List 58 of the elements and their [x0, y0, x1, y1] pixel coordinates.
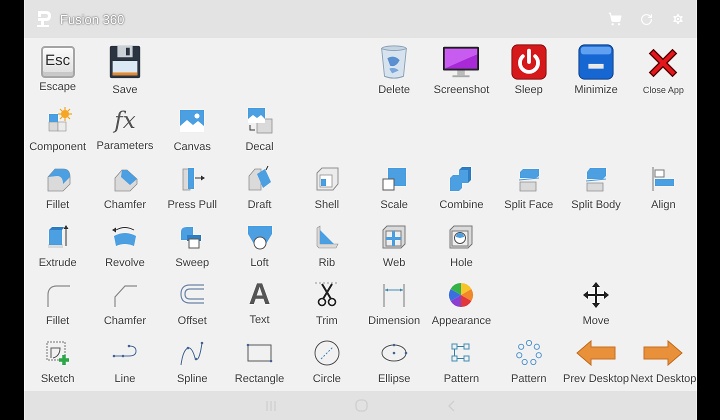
tool-button[interactable]: Chamfer — [104, 278, 146, 328]
tool-button[interactable]: Sketch — [40, 336, 74, 386]
circle-icon — [312, 338, 342, 368]
minimize-window-icon — [577, 42, 616, 80]
tool-button[interactable]: Next Desktop — [630, 336, 696, 386]
tool-button[interactable]: Press Pull — [167, 162, 217, 212]
tool-button[interactable]: fx Parameters — [96, 106, 154, 152]
tool-button[interactable]: Fillet — [42, 278, 73, 328]
tool-button[interactable]: Move — [581, 278, 612, 328]
settings-icon[interactable] — [671, 12, 685, 26]
tool-button[interactable]: Draft — [244, 162, 275, 212]
tool-button[interactable]: Save — [106, 42, 144, 96]
tool-button[interactable]: Esc Escape — [39, 44, 76, 94]
tool-button[interactable]: Screenshot — [434, 42, 490, 96]
tool-button[interactable]: Split Face — [504, 162, 554, 212]
tool-button[interactable]: Sweep — [175, 220, 210, 270]
tool-button[interactable]: A Text — [248, 280, 270, 326]
tool-button[interactable]: Scale — [379, 162, 410, 212]
tool-button[interactable]: Revolve — [105, 220, 145, 270]
tool-button[interactable]: Chamfer — [104, 162, 146, 212]
tool-button[interactable]: Appearance — [432, 278, 492, 328]
tool-button[interactable]: Dimension — [368, 278, 420, 328]
keyboard-key: Esc — [40, 46, 75, 78]
power-button-icon — [510, 42, 548, 80]
tool-button[interactable]: Line — [110, 336, 140, 386]
tool-button[interactable]: Pattern — [511, 336, 546, 386]
tool-button[interactable]: Minimize — [574, 42, 618, 96]
circular-pattern-icon — [514, 338, 544, 368]
tool-button[interactable]: Hole — [446, 220, 476, 270]
tool-button[interactable]: Pattern — [444, 336, 480, 386]
tool-button[interactable]: Shell — [312, 162, 342, 212]
app-title: Fusion 360 — [60, 12, 126, 26]
tool-button[interactable]: Align — [648, 162, 678, 212]
tool-button[interactable]: Combine — [439, 162, 484, 212]
letter-symbol: A — [248, 280, 270, 308]
tool-button[interactable]: Web — [379, 220, 410, 270]
tool-button[interactable]: Trim — [312, 278, 342, 328]
cart-icon[interactable] — [608, 12, 622, 26]
refresh-icon[interactable] — [640, 12, 653, 26]
tool-button[interactable]: Prev Desktop — [563, 336, 630, 386]
tool-button[interactable]: Close App — [642, 42, 684, 96]
tool-button[interactable]: Component — [29, 104, 86, 154]
tool-button[interactable]: Ellipse — [378, 336, 410, 386]
tool-button[interactable]: Decal — [244, 104, 275, 154]
tool-button[interactable]: Delete — [375, 42, 414, 96]
move-arrows-icon — [581, 280, 612, 310]
tool-button[interactable]: Canvas — [174, 104, 211, 154]
tool-button[interactable]: Extrude — [38, 220, 77, 270]
tool-button[interactable]: Spline — [176, 336, 208, 386]
tool-button[interactable]: Circle — [312, 336, 342, 386]
tool-button[interactable]: Offset — [177, 278, 208, 328]
tool-button[interactable]: Rectangle — [234, 336, 284, 386]
tool-button[interactable]: Fillet — [42, 162, 73, 212]
tool-button[interactable]: Split Body — [571, 162, 621, 212]
tool-button[interactable]: Sleep — [510, 42, 548, 96]
tool-button[interactable]: Rib — [312, 220, 342, 270]
fx-symbol: fx — [114, 106, 136, 134]
tool-button[interactable]: Loft — [244, 220, 275, 270]
